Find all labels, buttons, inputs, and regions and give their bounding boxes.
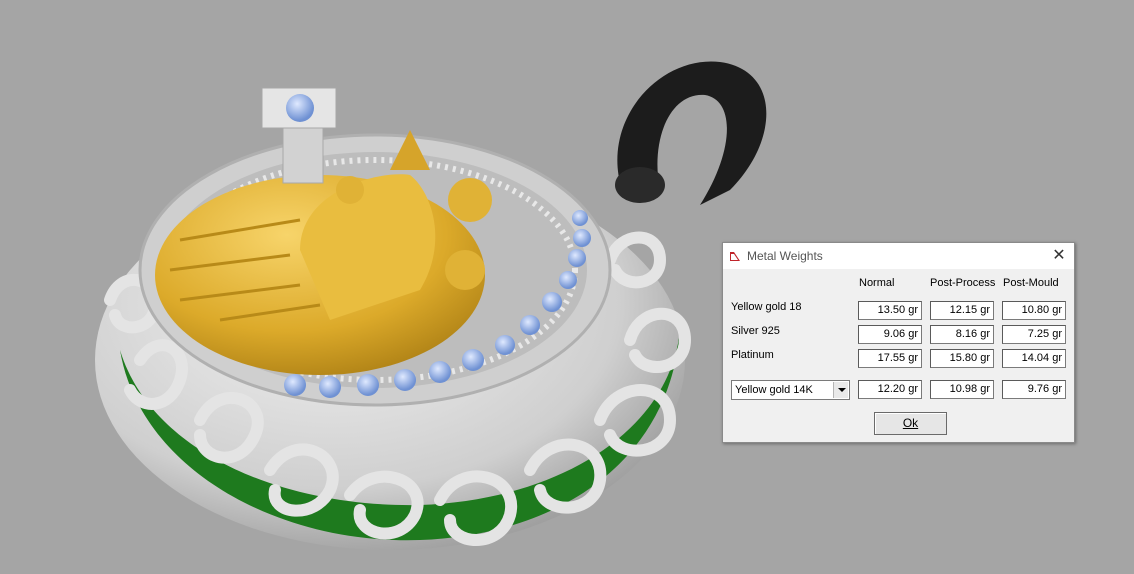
close-button[interactable]: ✕ — [1050, 247, 1068, 265]
weight-field[interactable]: 8.16 gr — [930, 325, 994, 344]
column-header-post-process: Post-Process — [930, 277, 996, 289]
chevron-down-icon[interactable] — [833, 382, 848, 398]
metal-weights-app-icon — [728, 249, 742, 263]
column-header-post-mould: Post-Mould — [1003, 277, 1059, 289]
weight-field[interactable]: 9.06 gr — [858, 325, 922, 344]
metal-weights-dialog: Metal Weights ✕ Normal Post-Process Post… — [722, 242, 1075, 443]
weight-field[interactable]: 10.98 gr — [930, 380, 994, 399]
ok-button[interactable]: Ok — [874, 412, 947, 435]
dialog-titlebar[interactable]: Metal Weights ✕ — [723, 243, 1074, 269]
weight-field[interactable]: 12.15 gr — [930, 301, 994, 320]
weight-field[interactable]: 9.76 gr — [1002, 380, 1066, 399]
ok-button-label: Ok — [902, 416, 919, 430]
weight-field[interactable]: 12.20 gr — [858, 380, 922, 399]
weight-field[interactable]: 17.55 gr — [858, 349, 922, 368]
metal-select[interactable]: Yellow gold 14K — [731, 380, 850, 400]
weight-field[interactable]: 15.80 gr — [930, 349, 994, 368]
close-icon: ✕ — [1052, 247, 1066, 264]
row-label-platinum: Platinum — [731, 349, 774, 361]
weight-field[interactable]: 10.80 gr — [1002, 301, 1066, 320]
column-header-normal: Normal — [859, 277, 895, 289]
weight-field[interactable]: 7.25 gr — [1002, 325, 1066, 344]
metal-select-value: Yellow gold 14K — [735, 384, 813, 396]
row-label-yellow-gold-18: Yellow gold 18 — [731, 301, 802, 313]
dialog-title: Metal Weights — [747, 249, 823, 263]
row-label-silver-925: Silver 925 — [731, 325, 780, 337]
weight-field[interactable]: 14.04 gr — [1002, 349, 1066, 368]
weight-field[interactable]: 13.50 gr — [858, 301, 922, 320]
